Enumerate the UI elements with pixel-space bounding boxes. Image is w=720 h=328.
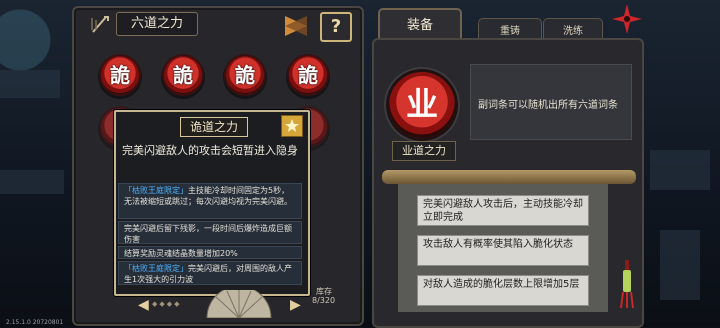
tooltip-effect: 「枯败王庭限定」主技能冷却时间固定为5秒，无法被缩短或跳过；每次闪避均视为完美闪… [118,183,302,219]
medal-glyph: 詭 [173,63,193,87]
six-paths-medal[interactable]: 詭 [289,56,327,94]
effect-item: 攻击敌人有概率使其陷入脆化状态 [417,235,589,266]
star-badge-icon [281,115,303,137]
panel-title: 六道之力 [116,12,198,36]
tooltip-effect: 结算奖励灵魂结晶数量增加20% [118,246,302,259]
six-paths-medal[interactable]: 詭 [101,56,139,94]
version-label: 2.15.1.0 20720801 [6,319,64,326]
effect-tag: 「枯败王庭限定」 [124,186,188,195]
effect-item: 对敌人造成的脆化层数上限增加5层 [417,275,589,306]
six-paths-medal[interactable]: 詭 [226,56,264,94]
equipped-emblem[interactable]: 业 [389,72,455,138]
medal-glyph: 詭 [298,63,318,87]
page-dots: ◆◆◆◆ [152,300,182,308]
effect-text: 结算奖励灵魂结晶数量增加20% [124,249,238,258]
six-paths-medal[interactable]: 詭 [164,56,202,94]
medal-glyph: 詭 [235,63,255,87]
next-page-arrow-icon[interactable]: ▶ [290,297,301,313]
scroll-rod [382,170,636,184]
medal-glyph: 詭 [110,63,130,87]
background-tile [0,170,64,194]
background-tile [660,230,700,300]
background-tile [650,150,710,190]
effect-text: 完美闪避后留下残影，一段时间后爆炸造成巨额伤害 [124,224,292,244]
stock-value: 8/320 [312,296,336,305]
affix-description: 副词条可以随机出所有六道词条 [478,100,618,111]
emblem-name: 业道之力 [392,141,456,161]
shuriken-icon [612,4,642,34]
background-tile [0,70,60,98]
fan-ornament-icon [206,290,272,318]
tooltip-effect: 「枯败王庭限定」完美闪避后，对周围的敌人产生1次强大的引力波 [118,261,302,285]
tooltip-title: 诡道之力 [180,117,248,137]
tooltip-description: 完美闪避敌人的攻击会短暂进入隐身 [122,144,298,157]
effect-tag: 「枯败王庭限定」 [124,264,188,273]
prev-page-arrow-icon[interactable]: ◀ [138,297,149,313]
emblem-glyph: 业 [405,85,438,123]
help-button[interactable]: ? [320,12,352,42]
sword-icon [91,16,109,33]
swap-icon[interactable] [283,14,309,38]
tooltip-effect: 完美闪避后留下残影，一段时间后爆炸造成巨额伤害 [118,221,302,244]
effect-item: 完美闪避敌人攻击后，主动技能冷却立即完成 [417,195,589,226]
tassel-ornament-icon [620,260,634,308]
